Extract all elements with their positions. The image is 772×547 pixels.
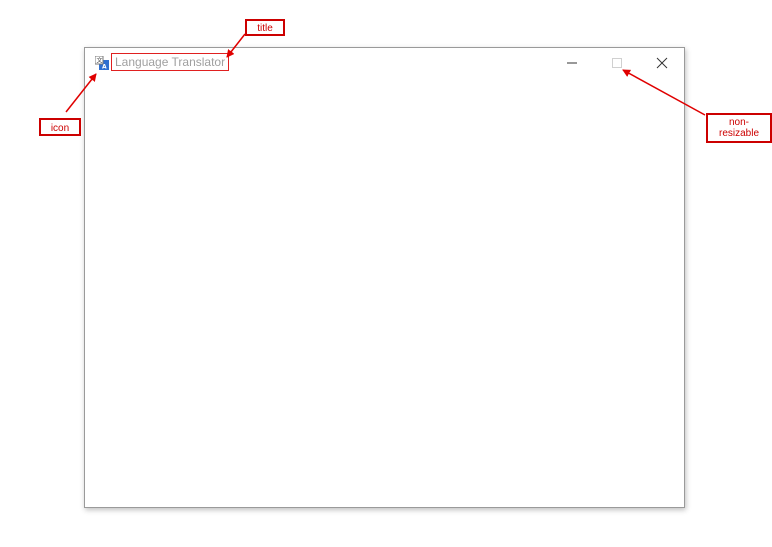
screenshot-canvas: 文 A Language Translator title icon non- … <box>0 0 772 547</box>
minimize-button[interactable] <box>549 48 595 78</box>
annotation-title-text: title <box>257 23 273 34</box>
maximize-icon <box>612 58 622 68</box>
app-window: 文 A Language Translator <box>84 47 685 508</box>
annotation-title-label: title <box>245 19 285 36</box>
svg-text:A: A <box>102 64 107 71</box>
close-button[interactable] <box>639 48 685 78</box>
annotation-icon-label: icon <box>39 118 81 136</box>
annotation-nonresizable-line1: non- <box>728 117 749 128</box>
minimize-icon <box>567 62 577 64</box>
annotation-nonresizable-line2: resizable <box>718 128 760 139</box>
annotation-nonresizable-label: non- resizable <box>706 113 772 143</box>
title-bar[interactable]: 文 A Language Translator <box>85 48 684 78</box>
window-title: Language Translator <box>115 55 226 69</box>
title-highlight-box: Language Translator <box>111 53 229 71</box>
translate-app-icon[interactable]: 文 A <box>94 55 109 71</box>
annotation-icon-text: icon <box>50 123 70 134</box>
window-client-area <box>85 78 684 507</box>
close-icon <box>656 57 668 69</box>
maximize-button <box>594 48 640 78</box>
